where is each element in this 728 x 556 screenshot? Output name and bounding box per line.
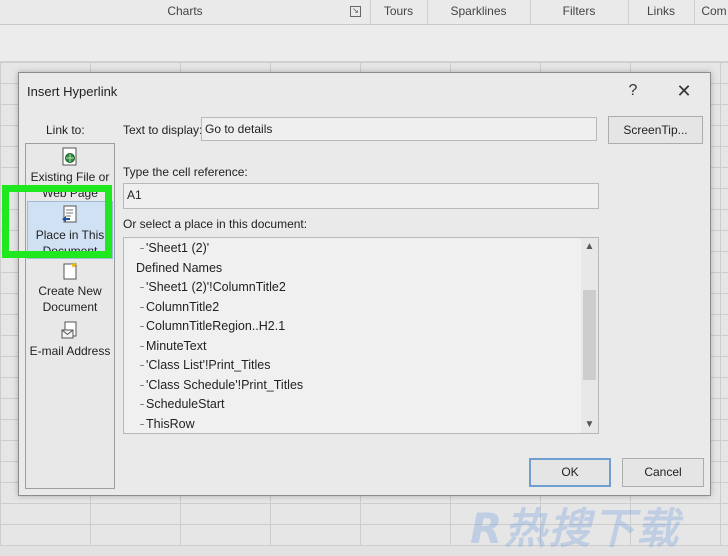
dialog-launcher-icon[interactable]: ↘	[350, 6, 361, 17]
link-option-create-new[interactable]: Create New Document	[27, 261, 113, 315]
ribbon-group-filters[interactable]: Filters	[530, 0, 629, 24]
cell-reference-input[interactable]: A1	[123, 183, 599, 209]
link-option-label: Document	[42, 300, 98, 314]
new-document-icon	[63, 262, 77, 280]
ribbon-group-links[interactable]: Links	[628, 0, 695, 24]
email-icon	[61, 321, 77, 339]
scroll-thumb[interactable]	[583, 290, 596, 380]
scroll-up-icon[interactable]: ▲	[581, 238, 598, 255]
place-in-document-label: Or select a place in this document:	[123, 217, 308, 231]
ok-button[interactable]: OK	[529, 458, 611, 487]
tree-connector	[140, 345, 144, 347]
tree-connector	[140, 404, 144, 405]
link-option-email[interactable]: E-mail Address	[27, 321, 113, 359]
tree-connector	[140, 287, 144, 288]
scrollbar[interactable]: ▲ ▼	[581, 238, 598, 433]
insert-hyperlink-dialog: Insert Hyperlink ? ✕ Link to: Existing F…	[2, 72, 711, 496]
ribbon-group-charts[interactable]: Charts	[0, 0, 371, 24]
tree-connector	[140, 306, 144, 308]
help-button[interactable]: ?	[619, 79, 647, 103]
tree-item[interactable]: ColumnTitle2	[140, 298, 219, 317]
tree-connector	[140, 365, 144, 366]
tree-connector	[140, 248, 144, 249]
watermark-logo: R热搜下载	[470, 504, 681, 553]
tree-connector	[140, 326, 144, 327]
ribbon-group-sparklines[interactable]: Sparklines	[427, 0, 531, 24]
dialog-title: Insert Hyperlink	[27, 84, 118, 99]
existing-file-icon	[62, 147, 77, 166]
text-to-display-label: Text to display:	[123, 123, 203, 137]
link-option-label: Existing File or	[30, 170, 110, 184]
scroll-down-icon[interactable]: ▼	[581, 416, 598, 433]
tree-item[interactable]: 'Sheet1 (2)'!ColumnTitle2	[140, 278, 286, 297]
cancel-button[interactable]: Cancel	[622, 458, 704, 487]
screentip-button[interactable]: ScreenTip...	[608, 116, 703, 144]
tree-item[interactable]: ColumnTitleRegion..H2.1	[140, 317, 285, 336]
ribbon-group-tours[interactable]: Tours	[370, 0, 428, 24]
link-option-label: Create New	[38, 284, 102, 298]
tree-item[interactable]: ThisRow	[140, 415, 195, 434]
place-tree-list[interactable]: 'Sheet1 (2)' Defined Names 'Sheet1 (2)'!Co…	[123, 237, 599, 434]
cell-reference-label: Type the cell reference:	[123, 165, 248, 179]
tree-item[interactable]: MinuteText	[140, 337, 206, 356]
formula-bar-area	[0, 25, 728, 62]
link-to-label: Link to:	[46, 123, 85, 137]
link-option-label: E-mail Address	[29, 344, 111, 358]
text-to-display-input[interactable]: Go to details	[201, 117, 597, 141]
tree-item[interactable]: ScheduleStart	[140, 395, 225, 414]
tree-connector	[140, 384, 144, 386]
ribbon-group-comments[interactable]: Com	[694, 0, 728, 24]
ribbon-bar: Charts ↘ Tours Sparklines Filters Links …	[0, 0, 728, 25]
tree-connector	[140, 423, 144, 425]
tree-item[interactable]: 'Sheet1 (2)'	[140, 239, 209, 258]
close-button[interactable]: ✕	[670, 79, 698, 103]
tree-group-header[interactable]: Defined Names	[136, 259, 222, 278]
highlight-annotation	[2, 185, 112, 258]
tree-item[interactable]: 'Class Schedule'!Print_Titles	[140, 376, 303, 395]
tree-item[interactable]: 'Class List'!Print_Titles	[140, 356, 270, 375]
